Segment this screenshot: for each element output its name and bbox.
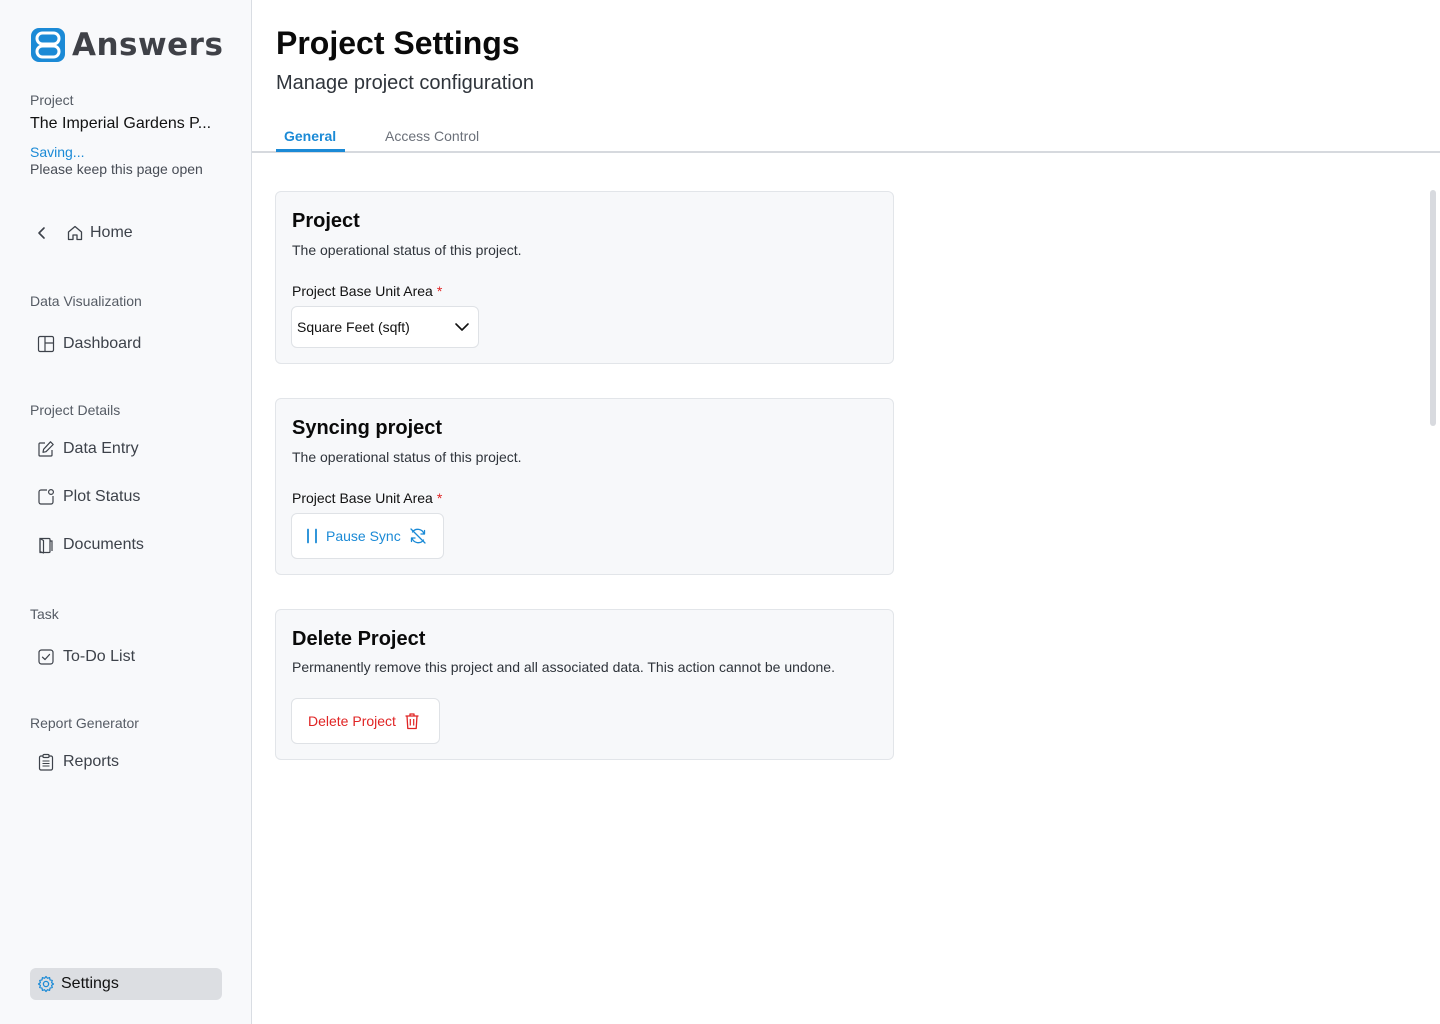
nav-reports[interactable]: Reports bbox=[36, 749, 119, 775]
home-label: Home bbox=[90, 224, 133, 241]
base-unit-area-label-text: Project Base Unit Area bbox=[292, 283, 433, 299]
home-icon bbox=[67, 225, 83, 241]
syncing-card-title: Syncing project bbox=[292, 417, 443, 439]
nav-data-entry[interactable]: Data Entry bbox=[36, 436, 139, 462]
vertical-scrollbar[interactable] bbox=[1430, 190, 1436, 426]
active-tab-indicator bbox=[276, 149, 345, 152]
project-label: Project bbox=[30, 92, 74, 108]
pause-sync-label: Pause Sync bbox=[326, 528, 401, 544]
nav-documents[interactable]: Documents bbox=[36, 532, 144, 558]
answers-logo-icon bbox=[31, 28, 65, 62]
sync-field-label-text: Project Base Unit Area bbox=[292, 490, 433, 506]
nav-settings-label: Settings bbox=[61, 975, 119, 992]
gear-icon bbox=[37, 975, 55, 993]
page-title: Project Settings bbox=[276, 25, 520, 61]
chevron-down-icon bbox=[455, 323, 469, 331]
saving-status: Saving... bbox=[30, 144, 85, 160]
nav-todo-label: To-Do List bbox=[63, 648, 136, 665]
base-unit-area-value: Square Feet (sqft) bbox=[297, 319, 410, 335]
nav-plot-status[interactable]: Plot Status bbox=[36, 484, 140, 510]
clipboard-icon bbox=[36, 752, 56, 772]
pause-sync-button[interactable]: Pause Sync bbox=[291, 513, 444, 559]
delete-project-label: Delete Project bbox=[308, 713, 396, 729]
dashboard-icon bbox=[36, 334, 56, 354]
delete-card-title: Delete Project bbox=[292, 628, 426, 650]
project-card-title: Project bbox=[292, 210, 360, 232]
syncing-card: Syncing project The operational status o… bbox=[275, 398, 894, 575]
section-data-visualization: Data Visualization bbox=[30, 293, 142, 309]
section-project-details: Project Details bbox=[30, 402, 121, 418]
nav-home[interactable]: Home bbox=[66, 224, 133, 242]
keep-open-notice: Please keep this page open bbox=[30, 161, 203, 177]
checkbox-icon bbox=[36, 647, 56, 667]
nav-plot-status-label: Plot Status bbox=[63, 488, 141, 505]
delete-project-button[interactable]: Delete Project bbox=[291, 698, 440, 744]
brand-name: Answers bbox=[72, 27, 224, 63]
brand-logo[interactable]: Answers bbox=[30, 27, 223, 63]
tab-general[interactable]: General bbox=[284, 128, 336, 144]
edit-icon bbox=[36, 439, 56, 459]
chevron-left-icon[interactable] bbox=[30, 221, 54, 245]
sync-field-label: Project Base Unit Area * bbox=[292, 490, 442, 506]
project-card: Project The operational status of this p… bbox=[275, 191, 894, 364]
required-mark: * bbox=[436, 490, 443, 506]
syncing-card-description: The operational status of this project. bbox=[292, 449, 522, 465]
trash-icon bbox=[405, 713, 419, 730]
nav-documents-label: Documents bbox=[63, 536, 144, 553]
plot-status-icon bbox=[36, 487, 56, 507]
project-name: The Imperial Gardens P... bbox=[30, 115, 212, 132]
main-content: Project Settings Manage project configur… bbox=[252, 0, 1440, 1024]
sidebar: Answers Project The Imperial Gardens P..… bbox=[0, 0, 252, 1024]
required-mark: * bbox=[436, 283, 443, 299]
nav-data-entry-label: Data Entry bbox=[63, 440, 139, 457]
sync-off-icon bbox=[410, 528, 426, 544]
pause-icon bbox=[307, 528, 317, 544]
home-row: Home bbox=[30, 220, 133, 246]
nav-reports-label: Reports bbox=[63, 753, 120, 770]
section-task: Task bbox=[30, 606, 59, 622]
base-unit-area-label: Project Base Unit Area * bbox=[292, 283, 442, 299]
project-card-description: The operational status of this project. bbox=[292, 242, 522, 258]
nav-todo-list[interactable]: To-Do List bbox=[36, 644, 135, 670]
delete-card: Delete Project Permanently remove this p… bbox=[275, 609, 894, 760]
app-root: Answers Project The Imperial Gardens P..… bbox=[0, 0, 1440, 1024]
delete-card-description: Permanently remove this project and all … bbox=[292, 659, 835, 675]
section-report-generator: Report Generator bbox=[30, 715, 139, 731]
documents-icon bbox=[36, 535, 56, 555]
tab-access-control[interactable]: Access Control bbox=[385, 128, 479, 144]
nav-settings[interactable]: Settings bbox=[30, 968, 222, 1000]
tab-bar: General Access Control bbox=[252, 118, 1440, 153]
page-subtitle: Manage project configuration bbox=[276, 72, 534, 94]
nav-dashboard[interactable]: Dashboard bbox=[36, 331, 141, 357]
base-unit-area-select[interactable]: Square Feet (sqft) bbox=[291, 306, 479, 348]
nav-dashboard-label: Dashboard bbox=[63, 335, 142, 352]
